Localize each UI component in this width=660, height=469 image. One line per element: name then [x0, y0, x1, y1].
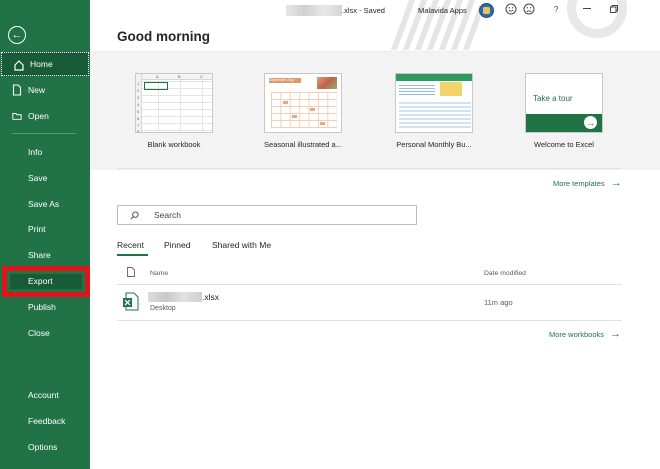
file-date-modified: 11m ago: [484, 298, 513, 307]
sidebar-item-options[interactable]: Options: [0, 435, 90, 459]
sidebar-item-label: Account: [28, 390, 59, 400]
sidebar-item-export[interactable]: Export: [0, 269, 90, 293]
arrow-right-icon: →: [610, 328, 622, 340]
arrow-right-icon: →: [584, 116, 597, 129]
restore-icon[interactable]: [610, 5, 618, 13]
back-button[interactable]: ←: [8, 26, 26, 44]
active-tab-indicator: [117, 254, 148, 256]
template-label: Welcome to Excel: [534, 140, 594, 149]
sidebar-item-print[interactable]: Print: [0, 217, 90, 241]
sidebar-item-label: Publish: [28, 302, 56, 312]
more-workbooks-link[interactable]: More workbooks →: [549, 328, 621, 340]
new-document-icon: [12, 84, 22, 96]
sidebar-item-save[interactable]: Save: [0, 166, 90, 190]
sidebar-item-label: Export: [28, 276, 53, 286]
sidebar-item-label: Save: [28, 173, 48, 183]
sidebar-item-new[interactable]: New: [0, 78, 90, 102]
page-title: Good morning: [117, 29, 210, 44]
file-location: Desktop: [150, 305, 176, 312]
template-seasonal-calendar[interactable]: September 20yy: [264, 73, 342, 133]
help-icon[interactable]: ?: [554, 5, 558, 14]
template-label: Personal Monthly Bu...: [396, 140, 472, 149]
template-label: Seasonal illustrated a...: [264, 140, 342, 149]
divider: [117, 320, 622, 321]
more-templates-link[interactable]: More templates →: [553, 177, 622, 189]
document-name-redacted: [286, 5, 342, 16]
sidebar-item-label: Feedback: [28, 416, 66, 426]
tab-pinned[interactable]: Pinned: [164, 240, 190, 250]
column-header-date[interactable]: Date modified: [484, 270, 526, 277]
sidebar-item-open[interactable]: Open: [0, 104, 90, 128]
folder-icon: [12, 113, 22, 120]
sidebar-item-label: Share: [28, 250, 51, 260]
sidebar-item-info[interactable]: Info: [0, 140, 90, 164]
template-welcome-tour[interactable]: Take a tour →: [525, 73, 603, 133]
sidebar-item-label: Print: [28, 224, 46, 234]
search-icon: [130, 211, 139, 220]
calendar-illustration: [317, 77, 337, 89]
file-name: .xlsx: [202, 292, 219, 302]
minimize-icon[interactable]: [583, 8, 591, 10]
divider: [117, 168, 622, 169]
sidebar-item-label: New: [28, 85, 46, 95]
smiley-icon[interactable]: [505, 3, 517, 15]
sidebar-item-label: Open: [28, 111, 49, 121]
tab-recent[interactable]: Recent: [117, 240, 144, 250]
calendar-grid: [271, 92, 337, 128]
avatar[interactable]: [479, 3, 494, 18]
budget-highlight: [440, 82, 462, 96]
sidebar-item-label: Save As: [28, 199, 60, 209]
tour-text: Take a tour: [533, 94, 573, 103]
frown-icon[interactable]: [523, 3, 535, 15]
file-name-redacted: [148, 292, 202, 302]
sidebar-item-share[interactable]: Share: [0, 243, 90, 267]
file-type-icon: [127, 267, 135, 277]
table-row[interactable]: .xlsx Desktop 11m ago: [117, 285, 622, 320]
budget-summary: [399, 83, 435, 97]
sidebar-item-account[interactable]: Account: [0, 383, 90, 407]
backstage-sidebar: ← Home New Open Info Save Save As Print …: [0, 0, 90, 469]
tab-shared-with-me[interactable]: Shared with Me: [212, 240, 271, 250]
sidebar-item-save-as[interactable]: Save As: [0, 192, 90, 216]
home-icon: [14, 60, 24, 71]
sidebar-item-label: Home: [30, 59, 53, 69]
sidebar-item-close[interactable]: Close: [0, 321, 90, 345]
sidebar-item-home[interactable]: Home: [1, 52, 89, 76]
sidebar-item-label: Close: [28, 328, 50, 338]
title-bar: .xlsx - Saved Malavida Apps ?: [90, 0, 660, 50]
calendar-month-title: September 20yy: [269, 78, 295, 82]
budget-header: [396, 74, 472, 81]
sidebar-divider: [12, 133, 76, 134]
sidebar-item-label: Options: [28, 442, 58, 452]
search-input[interactable]: [154, 208, 404, 222]
selected-cell: [144, 82, 168, 90]
template-label: Blank workbook: [147, 140, 201, 149]
excel-file-icon: [123, 292, 139, 311]
arrow-right-icon: →: [610, 177, 622, 189]
sidebar-item-feedback[interactable]: Feedback: [0, 409, 90, 433]
header-decoration-circle: [567, 0, 627, 38]
sidebar-item-label: Info: [28, 147, 43, 157]
template-blank-workbook[interactable]: A B C 1 2 3 4 5 6 7 8: [135, 73, 213, 133]
account-name[interactable]: Malavida Apps: [418, 6, 467, 15]
sidebar-item-publish[interactable]: Publish: [0, 295, 90, 319]
budget-table: [399, 100, 471, 130]
search-box[interactable]: [117, 205, 417, 225]
template-monthly-budget[interactable]: [395, 73, 473, 133]
document-title: .xlsx - Saved: [342, 6, 385, 15]
column-header-name[interactable]: Name: [150, 270, 168, 277]
back-arrow-icon: ←: [11, 28, 23, 41]
